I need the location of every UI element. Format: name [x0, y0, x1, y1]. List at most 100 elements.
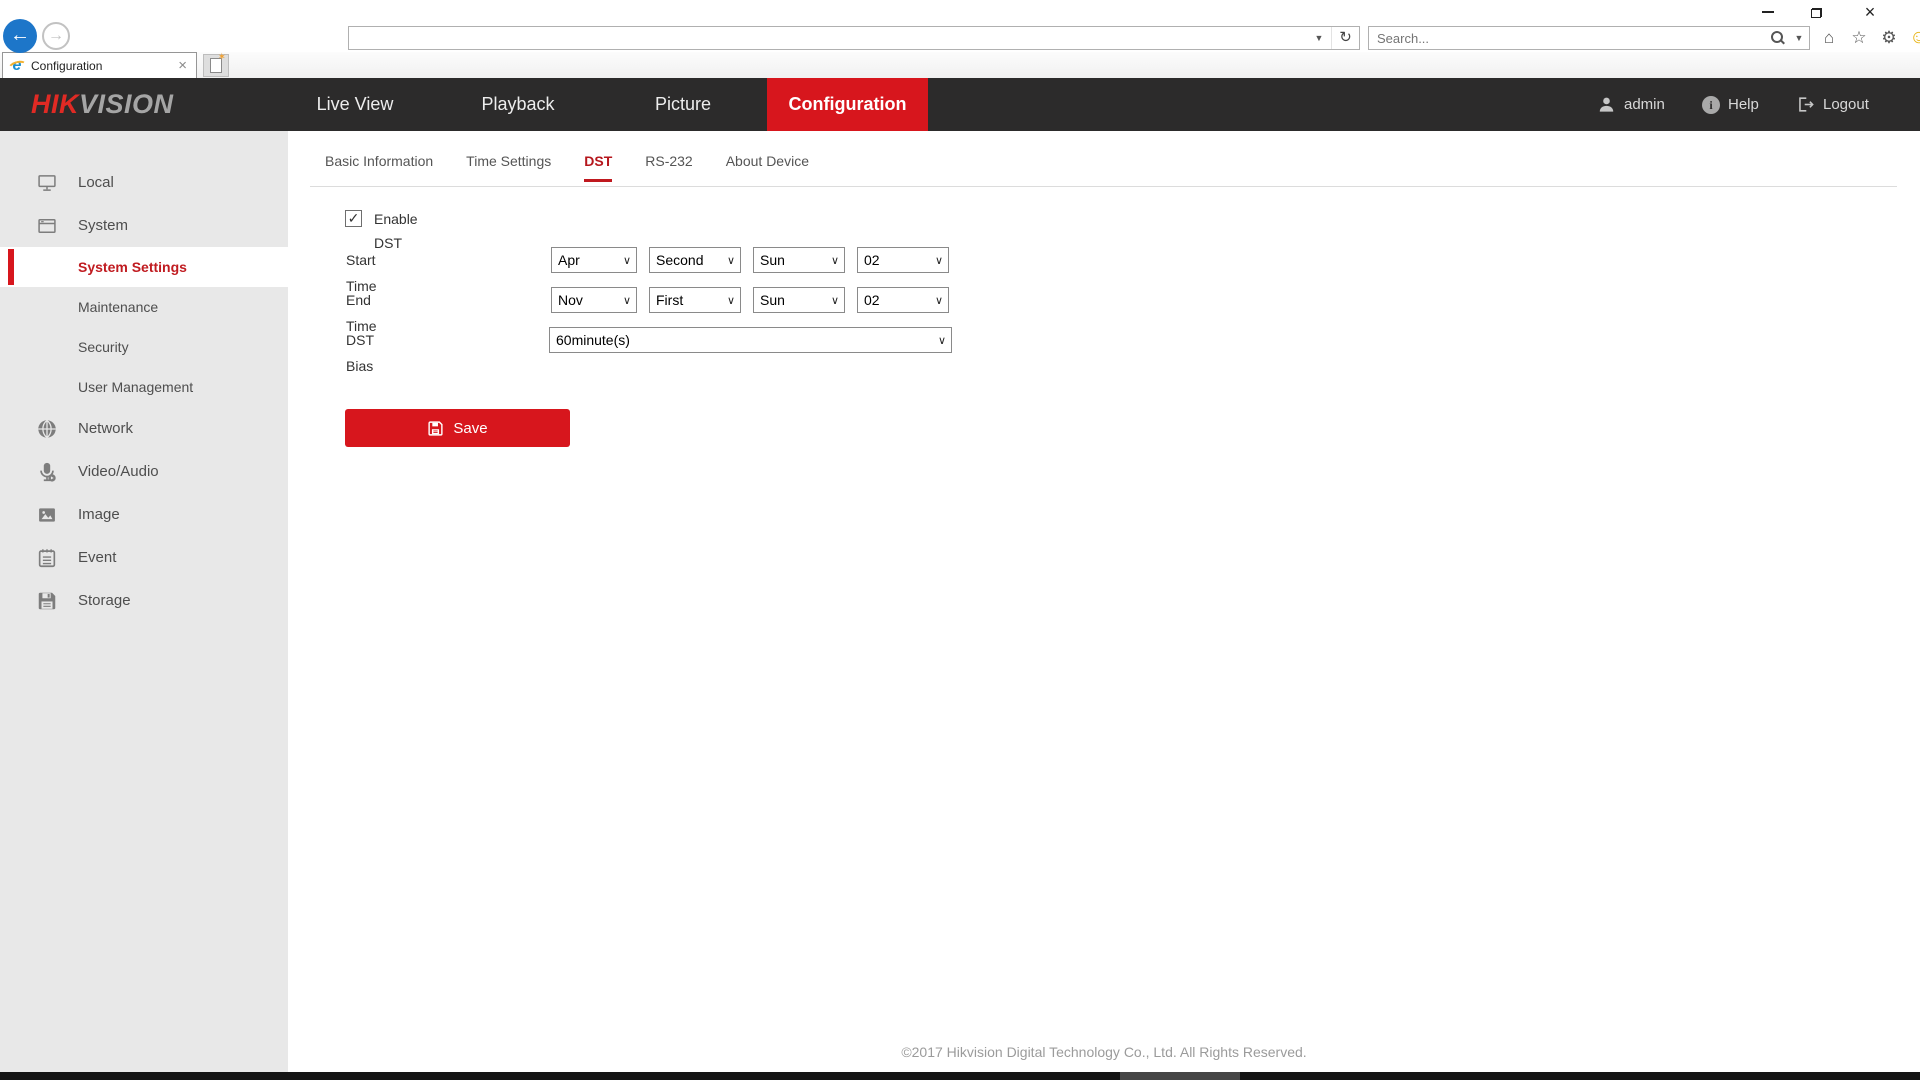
new-tab-icon	[210, 58, 222, 73]
save-button[interactable]: Save	[345, 409, 570, 447]
select-value: Apr	[558, 252, 580, 268]
sidebar-item-label: Network	[78, 420, 133, 437]
tools-gear-icon[interactable]: ⚙	[1878, 27, 1900, 49]
search-icon[interactable]	[1767, 28, 1787, 48]
search-input[interactable]	[1369, 28, 1767, 48]
ie-icon: e	[9, 58, 25, 74]
home-icon[interactable]: ⌂	[1818, 27, 1840, 49]
address-dropdown-icon[interactable]: ▼	[1307, 33, 1331, 43]
chevron-down-icon: ∨	[623, 294, 636, 307]
select-value: Second	[656, 252, 703, 268]
sidebar: Local System System Settings Maintenance…	[0, 131, 288, 1072]
dst-bias-label: DST Bias	[346, 327, 374, 379]
select-value: 02	[864, 252, 880, 268]
nav-item-picture[interactable]: Picture	[655, 78, 711, 131]
sidebar-item-user-management[interactable]: User Management	[0, 367, 288, 407]
end-hour-select[interactable]: 02 ∨	[857, 287, 949, 313]
select-value: 02	[864, 292, 880, 308]
chevron-down-icon: ∨	[935, 254, 948, 267]
tab-close-icon[interactable]: ×	[175, 57, 190, 74]
chevron-down-icon: ∨	[831, 294, 844, 307]
save-label: Save	[453, 420, 487, 437]
minimize-icon	[1762, 11, 1774, 13]
tab-dst[interactable]: DST	[584, 153, 612, 182]
address-input[interactable]	[349, 28, 1307, 48]
browser-forward-button[interactable]: →	[42, 22, 70, 50]
enable-dst-checkbox[interactable]: ✓	[345, 210, 362, 227]
enable-dst-label: Enable DST	[374, 207, 418, 255]
sidebar-item-label: Video/Audio	[78, 463, 159, 480]
search-box[interactable]: ▼	[1368, 26, 1810, 50]
network-globe-icon	[36, 418, 60, 440]
close-icon: ×	[1865, 2, 1876, 22]
info-icon: i	[1702, 96, 1720, 114]
help-label: Help	[1728, 96, 1759, 113]
back-arrow-icon: ←	[10, 24, 30, 46]
sidebar-item-maintenance[interactable]: Maintenance	[0, 287, 288, 327]
sidebar-item-system-settings[interactable]: System Settings	[0, 247, 288, 287]
sidebar-item-label: Image	[78, 506, 120, 523]
nav-item-live-view[interactable]: Live View	[317, 78, 394, 131]
logo-vision: VISION	[79, 89, 174, 119]
hikvision-logo: HIKVISION	[31, 78, 174, 131]
start-month-select[interactable]: Apr ∨	[551, 247, 637, 273]
end-month-select[interactable]: Nov ∨	[551, 287, 637, 313]
select-value: Nov	[558, 292, 583, 308]
sidebar-item-video-audio[interactable]: Video/Audio	[0, 450, 288, 493]
sidebar-item-storage[interactable]: Storage	[0, 579, 288, 622]
sidebar-item-security[interactable]: Security	[0, 327, 288, 367]
end-week-select[interactable]: First ∨	[649, 287, 741, 313]
logout-icon	[1796, 95, 1815, 114]
sidebar-item-label: Local	[78, 174, 114, 191]
close-button[interactable]: ×	[1850, 0, 1890, 26]
tabs-divider	[310, 186, 1897, 187]
browser-nav-row: ← → ▼ ↻ ▼ ⌂ ☆ ⚙ ☺	[0, 26, 1920, 52]
search-dropdown-icon[interactable]: ▼	[1789, 33, 1809, 43]
logout-button[interactable]: Logout	[1796, 78, 1869, 131]
minimize-button[interactable]	[1748, 0, 1788, 26]
select-value: Sun	[760, 292, 785, 308]
start-day-select[interactable]: Sun ∨	[753, 247, 845, 273]
tab-title: Configuration	[31, 59, 175, 73]
bottom-strip	[0, 1072, 1920, 1080]
bottom-strip-segment	[1120, 1072, 1240, 1080]
tab-basic-information[interactable]: Basic Information	[325, 153, 433, 182]
sidebar-item-system[interactable]: System	[0, 204, 288, 247]
select-value: Sun	[760, 252, 785, 268]
sidebar-item-event[interactable]: Event	[0, 536, 288, 579]
nav-item-playback[interactable]: Playback	[481, 78, 554, 131]
new-tab-button[interactable]	[203, 54, 229, 77]
tab-about-device[interactable]: About Device	[726, 153, 809, 182]
feedback-smiley-icon[interactable]: ☺	[1908, 27, 1920, 49]
video-audio-icon	[36, 461, 60, 483]
content-panel: Basic Information Time Settings DST RS-2…	[288, 131, 1920, 1072]
current-user: admin	[1597, 78, 1665, 131]
address-bar[interactable]: ▼ ↻	[348, 26, 1360, 50]
sidebar-item-image[interactable]: Image	[0, 493, 288, 536]
tab-time-settings[interactable]: Time Settings	[466, 153, 551, 182]
restore-button[interactable]	[1796, 0, 1836, 26]
nav-item-configuration[interactable]: Configuration	[767, 78, 928, 131]
tab-rs232[interactable]: RS-232	[645, 153, 692, 182]
sidebar-item-local[interactable]: Local	[0, 161, 288, 204]
start-hour-select[interactable]: 02 ∨	[857, 247, 949, 273]
chevron-down-icon: ∨	[727, 294, 740, 307]
main-area: Local System System Settings Maintenance…	[0, 131, 1920, 1072]
sidebar-item-label: Event	[78, 549, 116, 566]
favorites-star-icon[interactable]: ☆	[1848, 27, 1870, 49]
refresh-icon[interactable]: ↻	[1331, 27, 1359, 49]
logo-hik: HIK	[31, 89, 79, 119]
start-week-select[interactable]: Second ∨	[649, 247, 741, 273]
chevron-down-icon: ∨	[935, 294, 948, 307]
browser-back-button[interactable]: ←	[3, 19, 37, 53]
chevron-down-icon: ∨	[831, 254, 844, 267]
dst-bias-select[interactable]: 60minute(s) ∨	[549, 327, 952, 353]
sidebar-item-label: Security	[78, 339, 129, 355]
end-day-select[interactable]: Sun ∨	[753, 287, 845, 313]
help-button[interactable]: i Help	[1702, 78, 1759, 131]
content-tabs: Basic Information Time Settings DST RS-2…	[325, 153, 842, 182]
system-window-icon	[36, 215, 60, 237]
restore-icon	[1811, 8, 1822, 18]
sidebar-item-network[interactable]: Network	[0, 407, 288, 450]
browser-tab-configuration[interactable]: e Configuration ×	[2, 52, 197, 78]
